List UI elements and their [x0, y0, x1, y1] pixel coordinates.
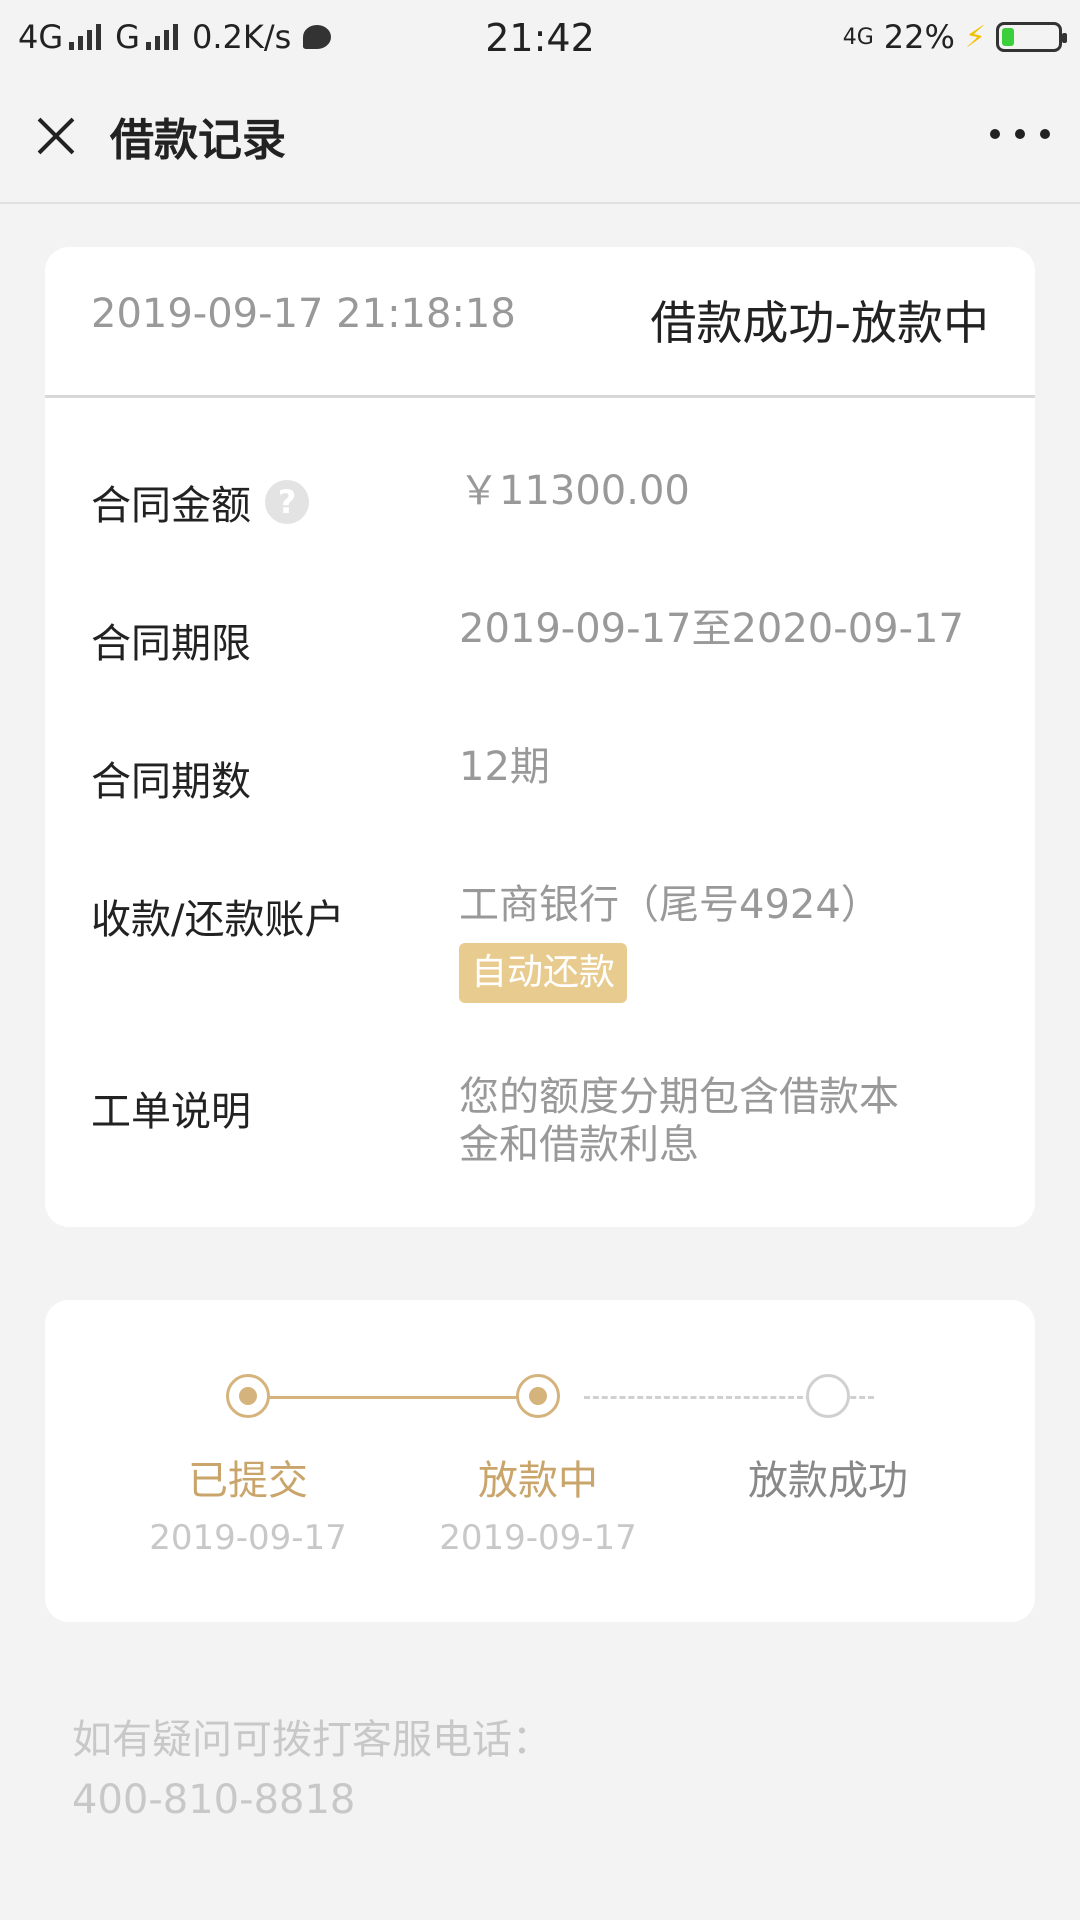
battery-fill — [1002, 28, 1014, 46]
progress-card: 已提交 放款中 放款成功 2019-09-17 2019-09-17 — [45, 1300, 1035, 1622]
charging-icon: ⚡ — [964, 19, 986, 55]
row-label: 收款/还款账户 — [91, 897, 345, 943]
row-value: 2019-09-17至2020-09-17 — [459, 606, 964, 652]
row-label: 合同期数 — [91, 759, 251, 805]
row-label: 工单说明 — [91, 1089, 251, 1135]
step-node-submitted — [226, 1374, 270, 1418]
row-value: 您的额度分期包含借款本金和借款利息 — [459, 1074, 899, 1168]
row-value: 工商银行（尾号4924） — [459, 882, 881, 928]
row-label: 合同金额 — [91, 483, 251, 529]
close-icon[interactable] — [30, 112, 80, 162]
row-value: ￥11300.00 — [459, 468, 690, 514]
service-phone[interactable]: 400-810-8818 — [72, 1770, 552, 1830]
customer-service-note: 如有疑问可拨打客服电话： 400-810-8818 — [72, 1710, 552, 1830]
step-label-submitted: 已提交 — [188, 1458, 308, 1504]
loan-record-card: 2019-09-17 21:18:18 借款成功-放款中 合同金额 ? ￥113… — [45, 247, 1035, 1227]
step-node-success — [806, 1374, 850, 1418]
step-date-submitted: 2019-09-17 — [149, 1518, 347, 1558]
record-status: 借款成功-放款中 — [650, 296, 989, 350]
service-note-text: 如有疑问可拨打客服电话： — [72, 1717, 552, 1763]
status-right: 4G 22% ⚡ — [842, 18, 1067, 56]
row-value: 12期 — [459, 744, 550, 790]
step-date-disbursing: 2019-09-17 — [439, 1518, 637, 1558]
status-bar: 4G G 0.2K/s 21:42 4G 22% ⚡ — [0, 0, 1080, 74]
step-label-disbursing: 放款中 — [478, 1458, 598, 1504]
step-node-disbursing — [516, 1374, 560, 1418]
help-icon[interactable]: ? — [265, 480, 309, 524]
progress-track-done — [248, 1396, 538, 1399]
battery-icon — [996, 22, 1067, 52]
network-right-label: 4G — [842, 24, 874, 50]
battery-percent: 22% — [883, 18, 955, 56]
step-label-success: 放款成功 — [748, 1458, 908, 1504]
more-options-icon[interactable] — [990, 124, 1050, 144]
page-title: 借款记录 — [110, 115, 286, 166]
record-datetime: 2019-09-17 21:18:18 — [91, 291, 516, 337]
auto-repay-badge: 自动还款 — [459, 943, 628, 1003]
nav-bar: 借款记录 — [0, 74, 1080, 204]
row-label: 合同期限 — [91, 621, 251, 667]
record-header: 2019-09-17 21:18:18 借款成功-放款中 — [45, 247, 1035, 398]
